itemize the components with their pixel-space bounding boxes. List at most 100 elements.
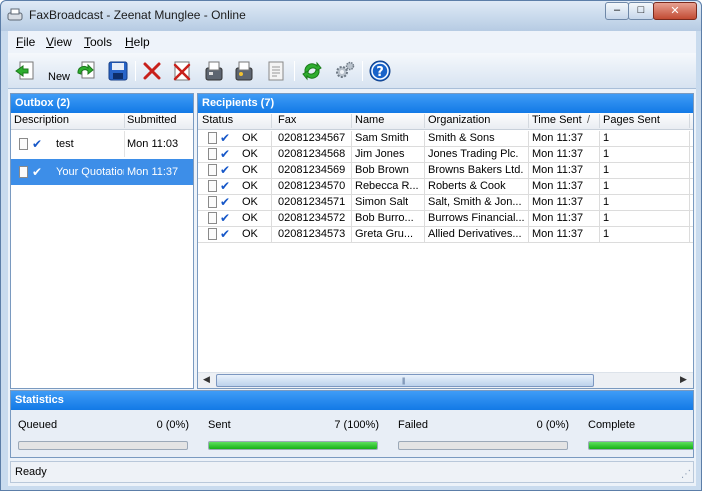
checkmark-icon: ✔ bbox=[220, 195, 231, 209]
app-window: FaxBroadcast - Zeenat Munglee - Online –… bbox=[0, 0, 702, 491]
new-icon bbox=[15, 61, 34, 80]
grid-line bbox=[689, 211, 690, 227]
column-fax[interactable]: Fax bbox=[278, 114, 296, 126]
delete-button[interactable] bbox=[140, 59, 164, 83]
column-divider[interactable] bbox=[271, 114, 272, 128]
help-button[interactable]: ? bbox=[368, 59, 392, 83]
recipient-row[interactable]: ✔ OK 02081234568 Jim Jones Jones Trading Plc… bbox=[198, 147, 693, 163]
fax-send-button[interactable] bbox=[232, 59, 256, 83]
maximize-button[interactable]: □ bbox=[628, 2, 654, 20]
grid-line bbox=[528, 131, 529, 147]
scroll-left-icon[interactable]: ◀ bbox=[199, 374, 214, 387]
report-button[interactable] bbox=[264, 59, 288, 83]
stat-queued-label: Queued bbox=[18, 419, 58, 431]
column-divider[interactable] bbox=[528, 114, 529, 128]
grid-line bbox=[271, 179, 272, 195]
save-icon bbox=[108, 61, 128, 81]
recipient-status: OK bbox=[242, 228, 258, 240]
recipient-name: Jim Jones bbox=[355, 148, 405, 160]
column-divider[interactable] bbox=[351, 114, 352, 128]
close-button[interactable]: ✕ bbox=[653, 2, 697, 20]
statistics-panel: Statistics Queued 0 (0%) Sent 7 (100%) F… bbox=[10, 390, 694, 458]
column-divider[interactable] bbox=[424, 114, 425, 128]
column-description[interactable]: Description bbox=[14, 114, 69, 126]
report-icon bbox=[268, 61, 284, 81]
scroll-right-icon[interactable]: ▶ bbox=[676, 374, 691, 387]
refresh-icon bbox=[302, 61, 322, 81]
minimize-icon: – bbox=[613, 4, 621, 16]
new-button[interactable]: New bbox=[14, 59, 70, 83]
column-name[interactable]: Name bbox=[355, 114, 384, 126]
column-pages-sent[interactable]: Pages Sent bbox=[603, 114, 660, 126]
recipient-status: OK bbox=[242, 212, 258, 224]
recipient-row[interactable]: ✔ OK 02081234573 Greta Gru... Allied Derivat… bbox=[198, 227, 693, 243]
recipient-fax: 02081234571 bbox=[278, 196, 346, 208]
outbox-description: test bbox=[56, 138, 74, 150]
scrollbar-thumb[interactable]: ||| bbox=[216, 374, 594, 387]
sort-indicator: / bbox=[587, 114, 591, 126]
recipient-name: Rebecca R... bbox=[355, 180, 419, 192]
outbox-submitted: Mon 11:03 bbox=[127, 138, 179, 150]
minimize-button[interactable]: – bbox=[605, 2, 629, 20]
recipient-status: OK bbox=[242, 180, 258, 192]
column-divider[interactable] bbox=[689, 114, 690, 128]
column-divider[interactable] bbox=[124, 114, 125, 128]
document-icon bbox=[208, 164, 217, 176]
outbox-description: Your Quotation bbox=[56, 166, 124, 178]
recipient-organization: Burrows Financial... bbox=[428, 212, 524, 224]
recipient-row[interactable]: ✔ OK 02081234572 Bob Burro... Burrows Financ… bbox=[198, 211, 693, 227]
recipient-fax: 02081234572 bbox=[278, 212, 346, 224]
new-label: New bbox=[48, 71, 71, 83]
resize-grip-icon[interactable]: ⋰ bbox=[681, 469, 691, 480]
cancel-button[interactable] bbox=[170, 59, 194, 83]
horizontal-scrollbar[interactable]: ◀ ||| ▶ bbox=[198, 372, 693, 388]
recipient-status: OK bbox=[242, 196, 258, 208]
recipient-organization: Salt, Smith & Jon... bbox=[428, 196, 522, 208]
grid-line bbox=[599, 227, 600, 243]
menu-tools[interactable]: Tools bbox=[84, 35, 112, 49]
recipient-row[interactable]: ✔ OK 02081234569 Bob Brown Browns Bakers Ltd… bbox=[198, 163, 693, 179]
recipient-row[interactable]: ✔ OK 02081234567 Sam Smith Smith & Sons Mon 1… bbox=[198, 131, 693, 147]
menu-bar: File View Tools Help bbox=[8, 31, 696, 53]
recipient-name: Bob Burro... bbox=[355, 212, 414, 224]
recipient-time: Mon 11:37 bbox=[532, 228, 584, 240]
status-text: Ready bbox=[15, 466, 47, 478]
column-organization[interactable]: Organization bbox=[428, 114, 490, 126]
recipient-fax: 02081234567 bbox=[278, 132, 346, 144]
stat-complete-label: Complete bbox=[588, 419, 636, 431]
grid-line bbox=[351, 195, 352, 211]
title-bar[interactable]: FaxBroadcast - Zeenat Munglee - Online –… bbox=[1, 1, 701, 31]
recipient-name: Sam Smith bbox=[355, 132, 409, 144]
outbox-column-header: Description Submitted bbox=[11, 113, 193, 130]
checkmark-icon: ✔ bbox=[32, 165, 43, 179]
recipient-fax: 02081234570 bbox=[278, 180, 346, 192]
settings-button[interactable] bbox=[332, 59, 356, 83]
fax-machine-button[interactable] bbox=[202, 59, 226, 83]
outbox-row[interactable]: ✔ test Mon 11:03 bbox=[11, 131, 193, 157]
recipient-row[interactable]: ✔ OK 02081234570 Rebecca R... Roberts & Cook… bbox=[198, 179, 693, 195]
recipient-organization: Roberts & Cook bbox=[428, 180, 506, 192]
grid-line bbox=[599, 195, 600, 211]
grid-line bbox=[528, 147, 529, 163]
menu-view[interactable]: View bbox=[46, 35, 72, 49]
status-bar: Ready ⋰ bbox=[10, 461, 694, 483]
recipient-pages: 1 bbox=[603, 180, 610, 192]
grid-line bbox=[271, 227, 272, 243]
grid-line bbox=[271, 131, 272, 147]
column-status[interactable]: Status bbox=[202, 114, 233, 126]
column-submitted[interactable]: Submitted bbox=[127, 114, 177, 126]
recipient-time: Mon 11:37 bbox=[532, 196, 584, 208]
reload-button[interactable] bbox=[74, 59, 98, 83]
outbox-panel: Outbox (2) Description Submitted ✔ test Mo… bbox=[10, 93, 194, 389]
column-time-sent[interactable]: Time Sent bbox=[532, 114, 582, 126]
menu-file[interactable]: File bbox=[16, 35, 35, 49]
menu-help[interactable]: Help bbox=[125, 35, 150, 49]
refresh-button[interactable] bbox=[300, 59, 324, 83]
document-icon bbox=[208, 212, 217, 224]
close-icon: ✕ bbox=[670, 5, 680, 17]
outbox-row[interactable]: ✔ Your Quotation Mon 11:37 bbox=[11, 159, 193, 185]
toolbar-separator bbox=[294, 61, 295, 81]
recipient-row[interactable]: ✔ OK 02081234571 Simon Salt Salt, Smith & Jo… bbox=[198, 195, 693, 211]
column-divider[interactable] bbox=[599, 114, 600, 128]
save-button[interactable] bbox=[106, 59, 130, 83]
